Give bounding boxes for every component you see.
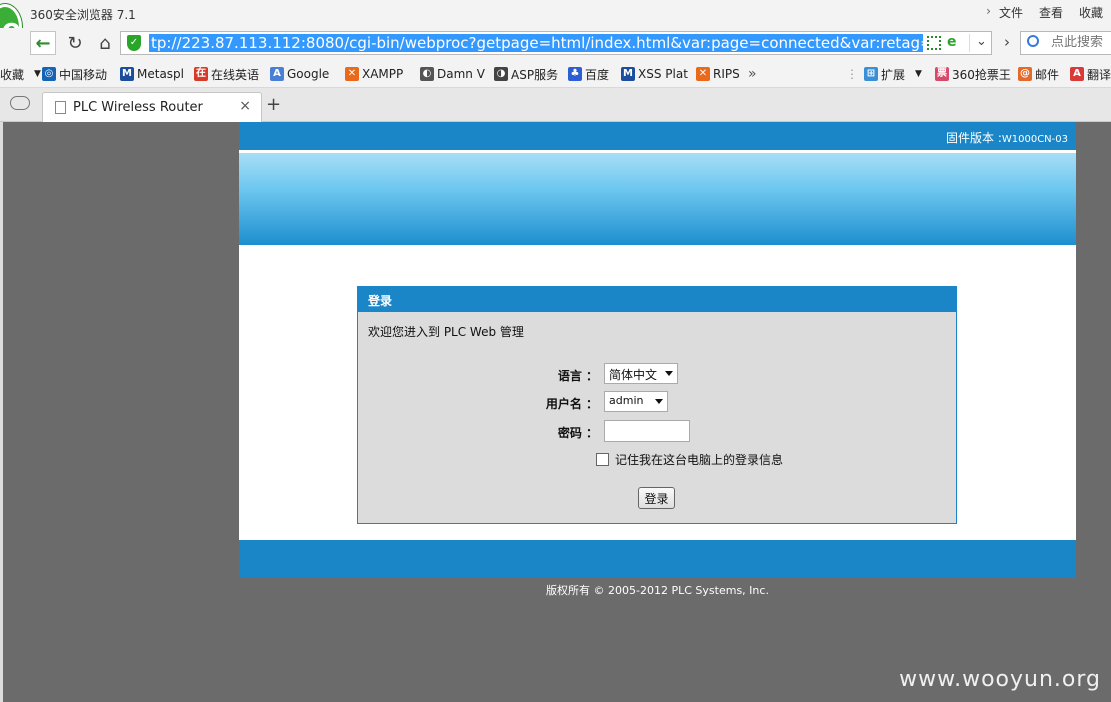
router-page: 固件版本 :W1000CN-03 登录 欢迎您进入到 PLC Web 管理 语言… <box>239 122 1076 578</box>
baidu-paw-icon: ♣ <box>568 67 582 81</box>
url-text[interactable]: tp://223.87.113.112:8080/cgi-bin/webproc… <box>149 34 923 52</box>
extensions-button[interactable]: ⊞ 扩展 ▼ <box>864 65 922 83</box>
remember-me[interactable]: 记住我在这台电脑上的登录信息 <box>596 451 783 468</box>
viewport-edge <box>0 122 3 702</box>
remember-label: 记住我在这台电脑上的登录信息 <box>615 453 784 467</box>
search-icon <box>1027 35 1039 47</box>
page-viewport: 固件版本 :W1000CN-03 登录 欢迎您进入到 PLC Web 管理 语言… <box>0 122 1111 702</box>
translate-button[interactable]: A 翻译 <box>1070 65 1111 83</box>
bookmarks-bar: 收藏 ▼ ◎ 中国移动 M Metaspl 在在线英语 A Google ✕ XAMPP … <box>0 60 1111 88</box>
bookmark-item[interactable]: ◑ ASP服务 <box>494 65 558 83</box>
login-title: 登录 <box>358 287 956 312</box>
mail-button[interactable]: @ 邮件 <box>1018 65 1059 83</box>
search-box[interactable] <box>1020 31 1111 55</box>
bookmark-item[interactable]: ◐ Damn V <box>420 65 485 83</box>
dropdown-arrow-icon <box>665 371 673 376</box>
username-select[interactable]: admin <box>604 391 668 412</box>
login-button[interactable]: 登录 <box>638 487 675 509</box>
tab-title: PLC Wireless Router <box>73 100 203 115</box>
toolbar-separator: ⋮ <box>846 67 858 81</box>
bookmarks-more-icon[interactable]: » <box>748 65 757 83</box>
password-field[interactable] <box>604 420 690 442</box>
password-row: 密码 ： <box>358 420 958 442</box>
tab-plc-router[interactable]: PLC Wireless Router × <box>42 92 262 122</box>
router-footer-bar <box>239 540 1076 578</box>
menu-view[interactable]: 查看 <box>1031 4 1071 21</box>
username-row: 用户名 ： admin <box>358 391 958 413</box>
title-menus: › 文件 查看 收藏 <box>978 4 1111 21</box>
back-button[interactable]: ← <box>30 31 56 55</box>
chevron-down-icon[interactable]: ⌄ <box>969 34 993 52</box>
bookmark-item[interactable]: M Metaspl <box>120 65 184 83</box>
router-banner <box>239 153 1076 245</box>
metasploit-icon: M <box>120 67 134 81</box>
copyright-text: 版权所有 © 2005-2012 PLC Systems, Inc. <box>546 584 769 597</box>
login-panel: 登录 欢迎您进入到 PLC Web 管理 语言 ： 简体中文 用户名 ： adm… <box>357 286 957 524</box>
xss-platform-icon: M <box>621 67 635 81</box>
bookmark-item[interactable]: ◎ 中国移动 <box>42 65 107 83</box>
bookmark-favorites[interactable]: 收藏 ▼ <box>0 65 41 83</box>
english-site-icon: 在 <box>194 67 208 81</box>
qrcode-icon[interactable] <box>927 36 941 50</box>
page-icon <box>55 101 66 114</box>
menu-file[interactable]: 文件 <box>991 4 1031 21</box>
bookmark-item[interactable]: ✕ RIPS <box>696 65 740 83</box>
asp-icon: ◑ <box>494 67 508 81</box>
remember-checkbox[interactable] <box>596 453 609 466</box>
dvwa-icon: ◐ <box>420 67 434 81</box>
app-title: 360安全浏览器 7.1 <box>30 8 136 22</box>
dropdown-arrow-icon <box>655 399 663 404</box>
rips-icon: ✕ <box>696 67 710 81</box>
address-bar[interactable]: ✓ tp://223.87.113.112:8080/cgi-bin/webpr… <box>120 31 992 55</box>
xampp-icon: ✕ <box>345 67 359 81</box>
language-row: 语言 ： 简体中文 <box>358 363 958 385</box>
bookmark-item[interactable]: 在在线英语 <box>194 65 259 83</box>
shield-icon: ✓ <box>127 35 141 51</box>
ticket-app-button[interactable]: 票 360抢票王 <box>935 65 1011 83</box>
extensions-icon: ⊞ <box>864 67 878 81</box>
password-label: 密码 ： <box>557 426 598 440</box>
bookmark-item[interactable]: ✕ XAMPP <box>345 65 403 83</box>
translate-icon: A <box>1070 67 1084 81</box>
chevron-right-icon[interactable]: › <box>978 4 991 21</box>
close-icon[interactable]: × <box>239 98 251 114</box>
router-header-bar: 固件版本 :W1000CN-03 <box>239 122 1076 150</box>
new-tab-button[interactable]: + <box>266 94 281 115</box>
globe-icon: ◎ <box>42 67 56 81</box>
google-icon: A <box>270 67 284 81</box>
firmware-version: 固件版本 :W1000CN-03 <box>946 131 1068 145</box>
bookmark-item[interactable]: ♣ 百度 <box>568 65 609 83</box>
watermark-text: www.wooyun.org <box>899 667 1101 692</box>
username-label: 用户名 ： <box>545 397 598 411</box>
search-input[interactable] <box>1051 35 1111 50</box>
go-button[interactable]: › <box>996 33 1018 55</box>
bookmark-item[interactable]: M XSS Plat <box>621 65 688 83</box>
mail-icon: @ <box>1018 67 1032 81</box>
ticket-icon: 票 <box>935 67 949 81</box>
ie-mode-icon[interactable]: e <box>947 34 957 50</box>
menu-favorites[interactable]: 收藏 <box>1071 4 1111 21</box>
cloud-icon[interactable] <box>10 96 30 110</box>
refresh-button[interactable]: ↻ <box>62 31 88 55</box>
tab-bar: PLC Wireless Router × + <box>0 88 1111 122</box>
bookmark-item[interactable]: A Google <box>270 65 329 83</box>
welcome-text: 欢迎您进入到 PLC Web 管理 <box>368 325 524 339</box>
navigation-bar: ← ↻ ⌂ ✓ tp://223.87.113.112:8080/cgi-bin… <box>0 28 1111 60</box>
language-select[interactable]: 简体中文 <box>604 363 678 384</box>
home-button[interactable]: ⌂ <box>92 31 118 55</box>
browser-title-bar: e 360安全浏览器 7.1 › 文件 查看 收藏 <box>0 0 1111 50</box>
language-label: 语言 ： <box>557 369 598 383</box>
